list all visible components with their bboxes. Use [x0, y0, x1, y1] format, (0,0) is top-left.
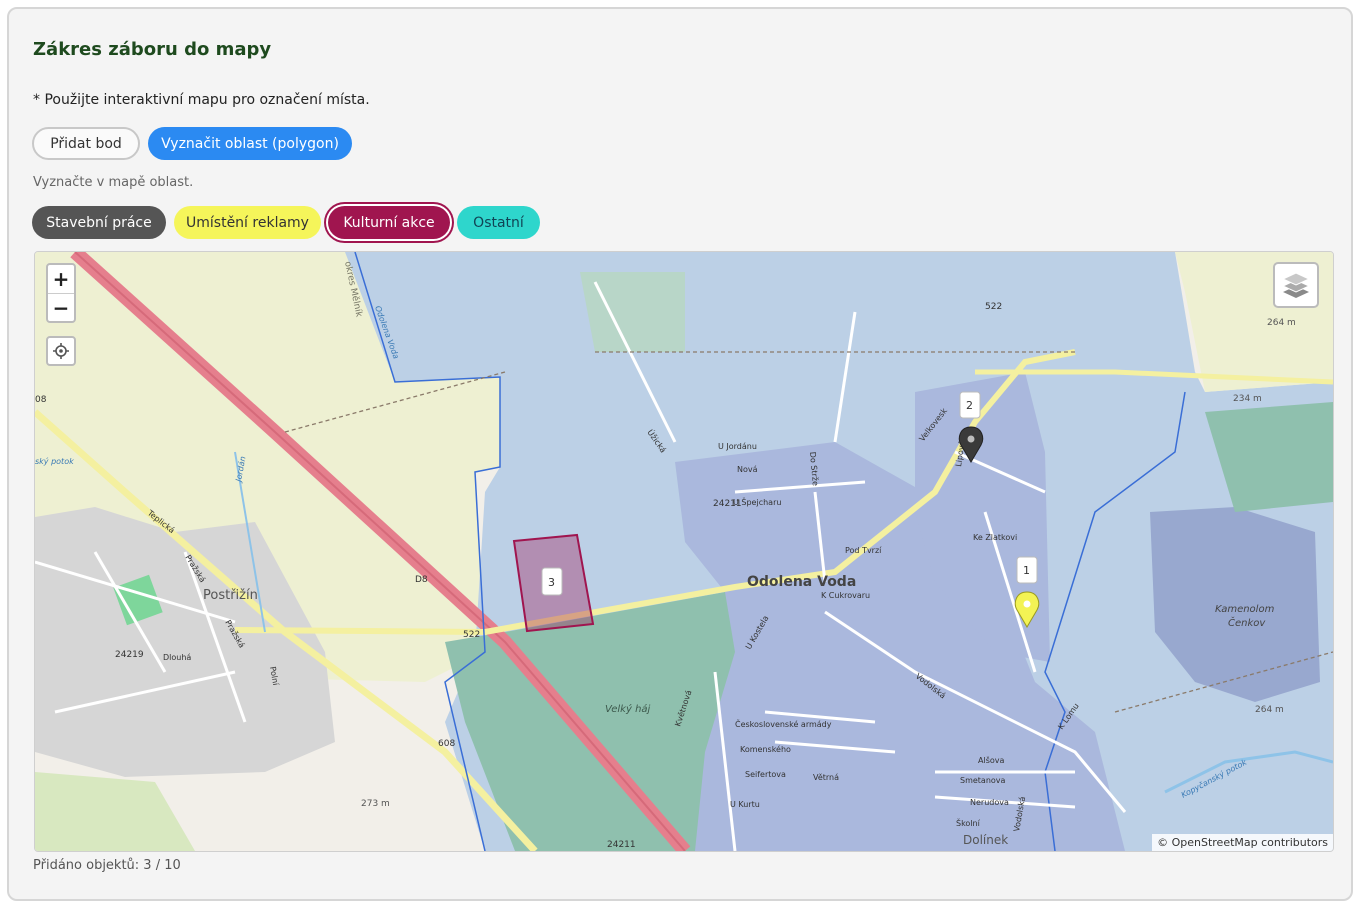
label-odolena-voda: Odolena Voda — [747, 574, 856, 590]
label-street-nova: Nová — [737, 465, 758, 474]
map-attribution[interactable]: © OpenStreetMap contributors — [1152, 834, 1333, 851]
label-road-d8: D8 — [415, 575, 428, 585]
mode-hint: Vyznačte v mapě oblast. — [33, 175, 194, 190]
label-street-smetanova: Smetanova — [960, 776, 1006, 785]
label-street-ceskoslovenske: Československé armády — [735, 718, 832, 729]
label-alt-264b: 264 m — [1255, 705, 1284, 715]
label-alt-234: 234 m — [1233, 394, 1262, 404]
zoom-in-button[interactable]: + — [48, 265, 74, 293]
label-street-podtvrzi: Pod Tvrzí — [845, 546, 882, 555]
label-street-nerudova: Nerudova — [970, 798, 1009, 807]
page-title: Zákres záboru do mapy — [33, 39, 272, 60]
label-dolinek: Dolínek — [963, 833, 1008, 847]
label-stream-left: ský potok — [35, 457, 74, 466]
label-street-vetrna: Větrná — [813, 773, 839, 782]
marker-2-label: 2 — [966, 399, 973, 412]
add-point-button[interactable]: Přidat bod — [32, 127, 140, 160]
label-street-kezlatkovi: Ke Zlatkovi — [973, 533, 1017, 542]
draw-polygon-button[interactable]: Vyznačit oblast (polygon) — [148, 127, 352, 160]
label-postrizin: Postřižín — [203, 588, 258, 603]
objects-counter: Přidáno objektů: 3 / 10 — [33, 858, 181, 873]
marker-1-label: 1 — [1023, 564, 1030, 577]
map-selection-card: Zákres záboru do mapy * Použijte interak… — [7, 7, 1353, 901]
label-street-ukurtu: U Kurtu — [730, 800, 760, 809]
polygon-3-label: 3 — [548, 576, 555, 589]
instruction-text: * Použijte interaktivní mapu pro označen… — [33, 92, 370, 108]
map-tiles: Odolena Voda Postřižín Kamenolom Čenkov … — [35, 252, 1333, 851]
label-velky-haj: Velký háj — [605, 703, 651, 715]
layers-button[interactable] — [1273, 262, 1319, 308]
label-alt-264a: 264 m — [1267, 318, 1296, 328]
zoom-control: + − — [46, 263, 76, 323]
category-cultural-event-button[interactable]: Kulturní akce — [328, 206, 450, 239]
label-quarry-line1: Kamenolom — [1215, 604, 1275, 615]
crosshair-icon — [53, 343, 69, 359]
label-road-24219: 24219 — [115, 650, 144, 660]
label-road-08: 08 — [35, 395, 47, 405]
label-street-seifertova: Seifertova — [745, 770, 786, 779]
category-construction-button[interactable]: Stavební práce — [32, 206, 166, 239]
label-street-skolni: Školní — [956, 817, 981, 828]
label-road-522b: 522 — [463, 630, 480, 640]
label-road-24211b: 24211 — [607, 840, 636, 850]
label-street-ujordanu: U Jordánu — [718, 442, 757, 451]
locate-button[interactable] — [46, 336, 76, 366]
label-alt-273: 273 m — [361, 799, 390, 809]
label-street-kcukrovaru: K Cukrovaru — [821, 591, 870, 600]
label-quarry-line2: Čenkov — [1228, 616, 1266, 629]
layers-icon — [1282, 272, 1310, 298]
label-street-dlouha: Dlouhá — [163, 653, 191, 662]
interactive-map[interactable]: Odolena Voda Postřižín Kamenolom Čenkov … — [34, 251, 1334, 852]
label-road-522: 522 — [985, 302, 1002, 312]
label-street-uspejcharu: U Špejcharu — [733, 496, 781, 507]
zoom-out-button[interactable]: − — [48, 293, 74, 322]
label-road-608: 608 — [438, 739, 455, 749]
label-street-alsova: Alšova — [978, 755, 1004, 765]
label-street-komenskeho: Komenského — [740, 744, 791, 754]
category-other-button[interactable]: Ostatní — [457, 206, 540, 239]
category-advertising-button[interactable]: Umístění reklamy — [174, 206, 321, 239]
